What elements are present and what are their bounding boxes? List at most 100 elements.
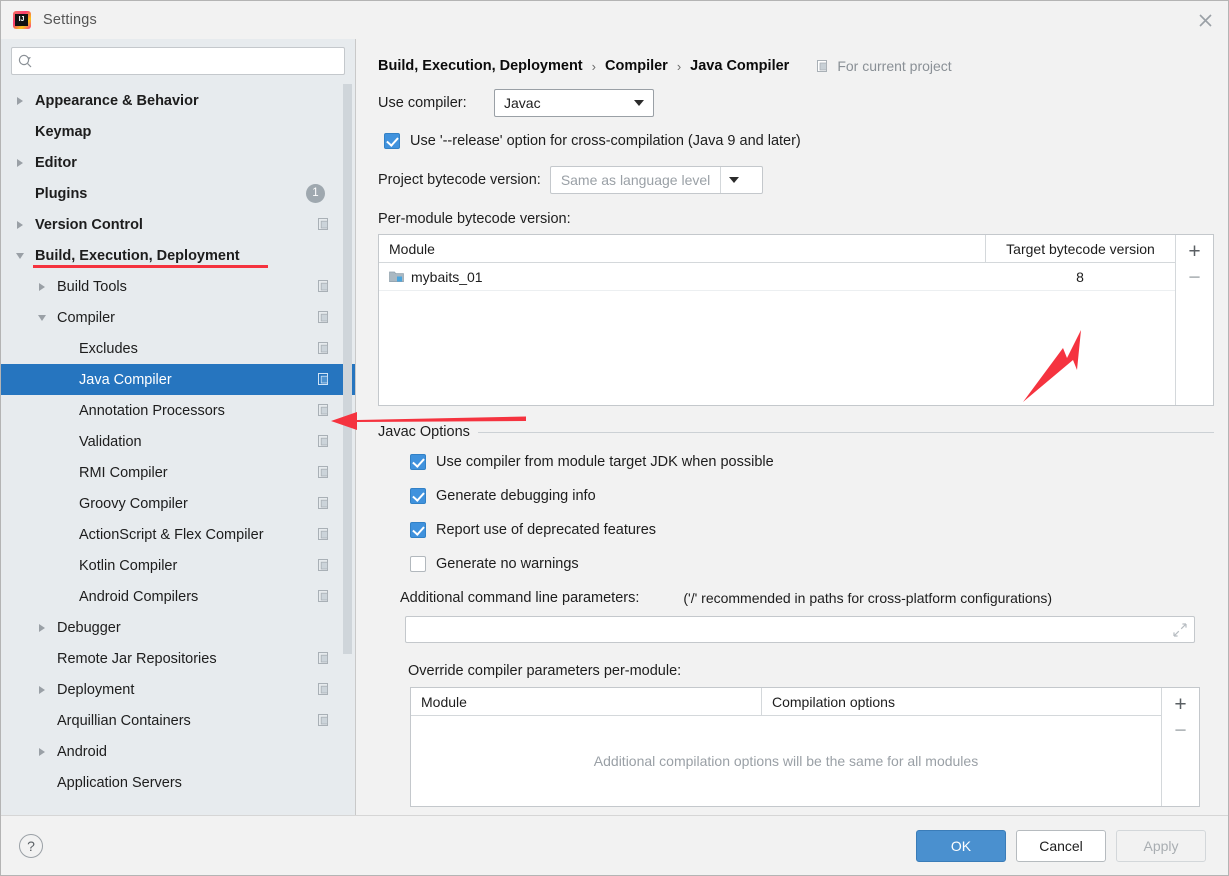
javac-option-row-0[interactable]: Use compiler from module target JDK when… xyxy=(410,454,1214,470)
javac-options-title: Javac Options xyxy=(378,424,470,440)
sidebar-item-build-tools[interactable]: Build Tools xyxy=(1,271,355,302)
javac-option-row-2[interactable]: Report use of deprecated features xyxy=(410,522,1214,538)
chevron-right-icon[interactable] xyxy=(33,686,51,694)
search-input[interactable] xyxy=(37,53,338,69)
sidebar-item-deployment[interactable]: Deployment xyxy=(1,674,355,705)
chevron-right-icon[interactable] xyxy=(11,221,29,229)
remove-module-button[interactable]: − xyxy=(1180,264,1210,290)
sidebar-item-android[interactable]: Android xyxy=(1,736,355,767)
sidebar-item-excludes[interactable]: Excludes xyxy=(1,333,355,364)
copy-icon xyxy=(318,559,331,572)
intellij-idea-logo-icon xyxy=(13,11,31,29)
module-folder-icon xyxy=(389,271,404,282)
project-bytecode-value: Same as language level xyxy=(560,172,711,188)
ok-button[interactable]: OK xyxy=(916,829,1006,862)
sidebar-item-label: Android xyxy=(57,743,107,760)
copy-icon xyxy=(318,590,331,603)
breadcrumb-item-0[interactable]: Build, Execution, Deployment xyxy=(378,58,583,74)
chevron-right-icon[interactable] xyxy=(11,159,29,167)
sidebar-item-label: Compiler xyxy=(57,309,116,326)
close-icon[interactable] xyxy=(1182,1,1228,39)
cell-module-name[interactable]: mybaits_01 xyxy=(379,263,985,290)
column-header-target-bytecode[interactable]: Target bytecode version xyxy=(985,235,1175,262)
copy-icon xyxy=(318,342,331,355)
sidebar-scrollbar[interactable] xyxy=(343,84,352,654)
javac-option-row-3[interactable]: Generate no warnings xyxy=(410,556,1214,572)
sidebar-item-appearance-behavior[interactable]: Appearance & Behavior xyxy=(1,85,355,116)
sidebar-item-application-servers[interactable]: Application Servers xyxy=(1,767,355,798)
javac-option-checkbox[interactable] xyxy=(410,556,426,572)
sidebar-item-label: Annotation Processors xyxy=(79,402,225,419)
sidebar-item-build-execution-deployment[interactable]: Build, Execution, Deployment xyxy=(1,240,355,271)
sidebar-item-remote-jar-repositories[interactable]: Remote Jar Repositories xyxy=(1,643,355,674)
table-side-toolbar: + − xyxy=(1161,688,1199,806)
column-header-compilation-options[interactable]: Compilation options xyxy=(761,688,1161,715)
sidebar-item-groovy-compiler[interactable]: Groovy Compiler xyxy=(1,488,355,519)
sidebar-item-label: Build, Execution, Deployment xyxy=(33,247,268,268)
sidebar-item-rmi-compiler[interactable]: RMI Compiler xyxy=(1,457,355,488)
javac-option-checkbox[interactable] xyxy=(410,488,426,504)
additional-params-field[interactable] xyxy=(405,616,1195,643)
for-current-project-label: For current project xyxy=(817,58,952,74)
breadcrumb-item-1[interactable]: Compiler xyxy=(605,58,668,74)
copy-icon xyxy=(318,466,331,479)
additional-params-input[interactable] xyxy=(406,621,1173,638)
cancel-button[interactable]: Cancel xyxy=(1016,829,1106,862)
javac-option-label: Generate debugging info xyxy=(436,488,596,504)
copy-icon xyxy=(318,435,331,448)
release-option-label: Use '--release' option for cross-compila… xyxy=(410,133,801,149)
javac-option-row-1[interactable]: Generate debugging info xyxy=(410,488,1214,504)
chevron-right-icon[interactable] xyxy=(33,624,51,632)
search-box[interactable] xyxy=(11,47,345,75)
chevron-right-icon[interactable] xyxy=(11,97,29,105)
help-button[interactable]: ? xyxy=(19,833,43,858)
sidebar-item-version-control[interactable]: Version Control xyxy=(1,209,355,240)
sidebar-item-annotation-processors[interactable]: Annotation Processors xyxy=(1,395,355,426)
sidebar-item-debugger[interactable]: Debugger xyxy=(1,612,355,643)
release-option-checkbox[interactable] xyxy=(384,133,400,149)
column-header-module[interactable]: Module xyxy=(411,688,761,715)
remove-override-button[interactable]: − xyxy=(1166,717,1196,743)
copy-icon xyxy=(318,218,331,231)
release-option-checkbox-row[interactable]: Use '--release' option for cross-compila… xyxy=(384,133,1214,149)
sidebar-item-validation[interactable]: Validation xyxy=(1,426,355,457)
column-header-module[interactable]: Module xyxy=(379,235,985,262)
chevron-down-icon[interactable] xyxy=(11,253,29,259)
apply-button[interactable]: Apply xyxy=(1116,829,1206,862)
add-override-button[interactable]: + xyxy=(1166,691,1196,717)
sidebar-item-label: ActionScript & Flex Compiler xyxy=(79,526,264,543)
project-bytecode-dropdown[interactable]: Same as language level xyxy=(549,166,763,194)
sidebar-item-label: Version Control xyxy=(35,216,143,233)
use-compiler-dropdown[interactable]: Javac xyxy=(494,89,654,117)
copy-icon xyxy=(318,311,331,324)
sidebar-item-compiler[interactable]: Compiler xyxy=(1,302,355,333)
sidebar-item-plugins[interactable]: Plugins 1 xyxy=(1,178,355,209)
sidebar-item-kotlin-compiler[interactable]: Kotlin Compiler xyxy=(1,550,355,581)
sidebar-item-java-compiler[interactable]: Java Compiler xyxy=(1,364,355,395)
javac-option-checkbox[interactable] xyxy=(410,522,426,538)
sidebar-item-keymap[interactable]: Keymap xyxy=(1,116,355,147)
sidebar-item-label: Remote Jar Repositories xyxy=(57,650,217,667)
chevron-right-icon[interactable] xyxy=(33,283,51,291)
sidebar-item-arquillian-containers[interactable]: Arquillian Containers xyxy=(1,705,355,736)
copy-icon xyxy=(318,714,331,727)
table-row[interactable]: mybaits_01 8 xyxy=(379,263,1175,291)
sidebar-item-actionscript-flex-compiler[interactable]: ActionScript & Flex Compiler xyxy=(1,519,355,550)
copy-icon xyxy=(318,280,331,293)
javac-options-header: Javac Options xyxy=(378,424,1214,440)
cell-target-bytecode[interactable]: 8 xyxy=(985,263,1175,290)
override-params-label: Override compiler parameters per-module: xyxy=(408,663,682,679)
table-header-row: Module Target bytecode version xyxy=(379,235,1175,263)
chevron-down-icon[interactable] xyxy=(720,167,747,193)
project-bytecode-label: Project bytecode version: xyxy=(378,172,541,188)
table-side-toolbar: + − xyxy=(1175,235,1213,405)
javac-option-checkbox[interactable] xyxy=(410,454,426,470)
sidebar-item-editor[interactable]: Editor xyxy=(1,147,355,178)
chevron-right-icon[interactable] xyxy=(33,748,51,756)
chevron-down-icon[interactable] xyxy=(33,315,51,321)
additional-params-label: Additional command line parameters: xyxy=(400,590,640,606)
sidebar-item-android-compilers[interactable]: Android Compilers xyxy=(1,581,355,612)
copy-icon xyxy=(318,497,331,510)
sidebar-item-label: RMI Compiler xyxy=(79,464,168,481)
add-module-button[interactable]: + xyxy=(1180,238,1210,264)
